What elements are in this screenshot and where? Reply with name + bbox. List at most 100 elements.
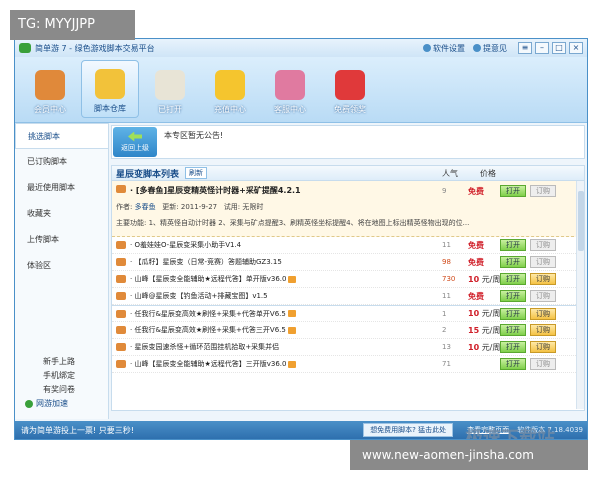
window-title: 简单游 7 - 绿色游戏脚本交易平台 — [35, 43, 155, 53]
tool-support[interactable]: 客服中心 — [261, 60, 319, 118]
subscribe-button[interactable]: 订购 — [530, 324, 556, 336]
tool-recharge[interactable]: 充值中心 — [201, 60, 259, 118]
sidebar-link-phone[interactable]: 手机绑定 — [15, 369, 109, 383]
script-popularity: 2 — [442, 326, 447, 334]
brand-watermark: 极速下载站 — [465, 428, 555, 440]
price-unit: 元/周 — [481, 309, 501, 318]
subscribe-button[interactable]: 订购 — [530, 273, 556, 285]
script-rows: · O羞娃娃O-星辰变采集小助手V1.4 11 免费 打开 订购 · 【瓜籽】星辰变（日常… — [112, 237, 584, 373]
script-popularity: 13 — [442, 343, 451, 351]
tool-gift[interactable]: 免费领奖 — [321, 60, 379, 118]
script-name[interactable]: · 山峰【星辰变全能辅助★远程代答】单开版v36.0 — [130, 274, 286, 284]
script-name[interactable]: · O羞娃娃O-星辰变采集小助手V1.4 — [130, 240, 241, 250]
back-button[interactable]: 返回上级 — [113, 127, 157, 157]
scrollbar-thumb[interactable] — [578, 191, 584, 251]
open-button[interactable]: 打开 — [500, 239, 526, 251]
trial-value: 无限时 — [242, 203, 264, 211]
script-row[interactable]: · 山峰【星辰变全能辅助★远程代答】三开版v36.0 71 打开 订购 — [112, 356, 584, 373]
script-row[interactable]: · 山峰@星辰变【钓鱼活动+排藏宝图】v1.5 11 免费 打开 订购 — [112, 288, 584, 305]
subscribe-button[interactable]: 订购 — [530, 290, 556, 302]
sidebar-item-pick[interactable]: 挑选脚本 — [15, 123, 108, 149]
sidebar-link-newbie[interactable]: 新手上路 — [15, 355, 109, 369]
subscribe-button[interactable]: 订购 — [530, 341, 556, 353]
script-price: 10 元/周 — [468, 342, 500, 353]
watermark-bottom-right: www.new-aomen-jinsha.com — [350, 440, 588, 470]
script-name[interactable]: · 星辰变园速杀怪+循环范围挂机拾取+采集并侣 — [130, 342, 279, 352]
feedback-link[interactable]: 提意见 — [473, 43, 507, 54]
open-button[interactable]: 打开 — [500, 324, 526, 336]
opened-icon — [155, 70, 185, 100]
script-row[interactable]: · O羞娃娃O-星辰变采集小助手V1.4 11 免费 打开 订购 — [112, 237, 584, 254]
script-badge-icon — [116, 360, 126, 368]
list-scrollbar[interactable] — [576, 181, 584, 409]
script-badge-icon — [116, 309, 126, 318]
subscribe-button[interactable]: 订购 — [530, 307, 556, 320]
trial-label: 试用: — [223, 203, 241, 211]
sidebar-accelerate[interactable]: 网游加速 — [15, 397, 109, 411]
recharge-icon — [215, 70, 245, 100]
tool-warehouse[interactable]: 脚本仓库 — [81, 60, 139, 118]
vip-icon — [288, 360, 297, 368]
sidebar-item-trial[interactable]: 体验区 — [15, 253, 108, 279]
open-button[interactable]: 打开 — [500, 185, 526, 197]
tool-label: 已打开 — [158, 105, 182, 114]
members-icon — [35, 70, 65, 100]
subscribe-button[interactable]: 订购 — [530, 256, 556, 268]
warehouse-icon — [95, 69, 125, 99]
script-row[interactable]: · 【瓜籽】星辰变（日常-竞赛）答题辅助GZ3.15 98 免费 打开 订购 — [112, 254, 584, 271]
sidebar-link-survey[interactable]: 有奖问卷 — [15, 383, 109, 397]
menu-button[interactable]: ≡ — [518, 42, 532, 54]
author-link[interactable]: 多春鱼 — [135, 203, 156, 211]
free-script-ad[interactable]: 想免费用脚本? 猛击此处 — [363, 423, 454, 437]
subscribe-button[interactable]: 订购 — [530, 239, 556, 251]
subscribe-button[interactable]: 订购 — [530, 185, 556, 197]
script-name[interactable]: · 任我行&星辰变高效★刷怪+采集+代答三开V6.5 — [130, 325, 286, 335]
open-button[interactable]: 打开 — [500, 290, 526, 302]
updated-label: 更新: — [162, 203, 179, 211]
sidebar-item-upload[interactable]: 上传脚本 — [15, 227, 108, 253]
back-arrow-icon — [128, 131, 142, 142]
script-name[interactable]: · 【瓜籽】星辰变（日常-竞赛）答题辅助GZ3.15 — [130, 257, 282, 267]
script-badge-icon — [116, 343, 126, 351]
script-badge-icon — [116, 241, 126, 249]
featured-name: · [多春鱼]星辰变精英怪计时器+采矿提醒4.2.1 — [130, 186, 301, 195]
tool-opened[interactable]: 已打开 — [141, 60, 199, 118]
sidebar-item-recent[interactable]: 最近使用脚本 — [15, 175, 108, 201]
price-amount: 10 — [468, 309, 480, 318]
tool-members[interactable]: 会员中心 — [21, 60, 79, 118]
open-button[interactable]: 打开 — [500, 341, 526, 353]
featured-script[interactable]: · [多春鱼]星辰变精英怪计时器+采矿提醒4.2.1 作者: 多春鱼 更新: 2… — [112, 181, 584, 237]
featured-popularity: 9 — [442, 187, 447, 195]
notice-text: 本专区暂无公告! — [164, 131, 224, 140]
minimize-button[interactable]: – — [535, 42, 549, 54]
script-row[interactable]: · 山峰【星辰变全能辅助★远程代答】单开版v36.0 730 10 元/周 打开 订购 — [112, 271, 584, 288]
open-button[interactable]: 打开 — [500, 256, 526, 268]
vip-icon — [287, 310, 296, 317]
maximize-button[interactable]: □ — [552, 42, 566, 54]
script-name[interactable]: · 任我行&星辰变高效★刷怪+采集+代答单开V6.5 — [130, 309, 286, 319]
open-button[interactable]: 打开 — [500, 358, 526, 370]
notice-area: 返回上级 本专区暂无公告! — [111, 125, 585, 159]
settings-link[interactable]: 软件设置 — [423, 43, 465, 54]
featured-meta: 作者: 多春鱼 更新: 2011-9-27 试用: 无限时 — [116, 202, 580, 212]
script-name[interactable]: · 山峰【星辰变全能辅助★远程代答】三开版v36.0 — [130, 359, 286, 369]
script-row[interactable]: · 星辰变园速杀怪+循环范围挂机拾取+采集并侣 13 10 元/周 打开 订购 — [112, 339, 584, 356]
close-button[interactable]: × — [569, 42, 583, 54]
script-row[interactable]: · 任我行&星辰变高效★刷怪+采集+代答三开V6.5 2 15 元/周 打开 订购 — [112, 322, 584, 339]
script-popularity: 11 — [442, 241, 451, 249]
sidebar-item-favorites[interactable]: 收藏夹 — [15, 201, 108, 227]
vote-message[interactable]: 请为简单游投上一票! 只要三秒! — [21, 425, 363, 436]
script-row[interactable]: · 任我行&星辰变高效★刷怪+采集+代答单开V6.5 1 10 元/周 打开 订购 — [112, 305, 584, 322]
list-header: 星辰变脚本列表 刷新 人气 价格 — [111, 165, 585, 181]
script-popularity: 730 — [442, 275, 456, 283]
subscribe-button[interactable]: 订购 — [530, 358, 556, 370]
sidebar: 挑选脚本 已订购脚本 最近使用脚本 收藏夹 上传脚本 体验区 新手上路 手机绑定… — [15, 123, 109, 419]
sidebar-item-subscribed[interactable]: 已订购脚本 — [15, 149, 108, 175]
vip-icon — [288, 275, 297, 283]
open-button[interactable]: 打开 — [500, 273, 526, 285]
refresh-button[interactable]: 刷新 — [185, 167, 208, 179]
column-price: 价格 — [480, 168, 496, 178]
watermark-top-left: TG: MYYJJPP — [10, 10, 135, 40]
script-name[interactable]: · 山峰@星辰变【钓鱼活动+排藏宝图】v1.5 — [130, 291, 268, 301]
open-button[interactable]: 打开 — [500, 307, 526, 320]
